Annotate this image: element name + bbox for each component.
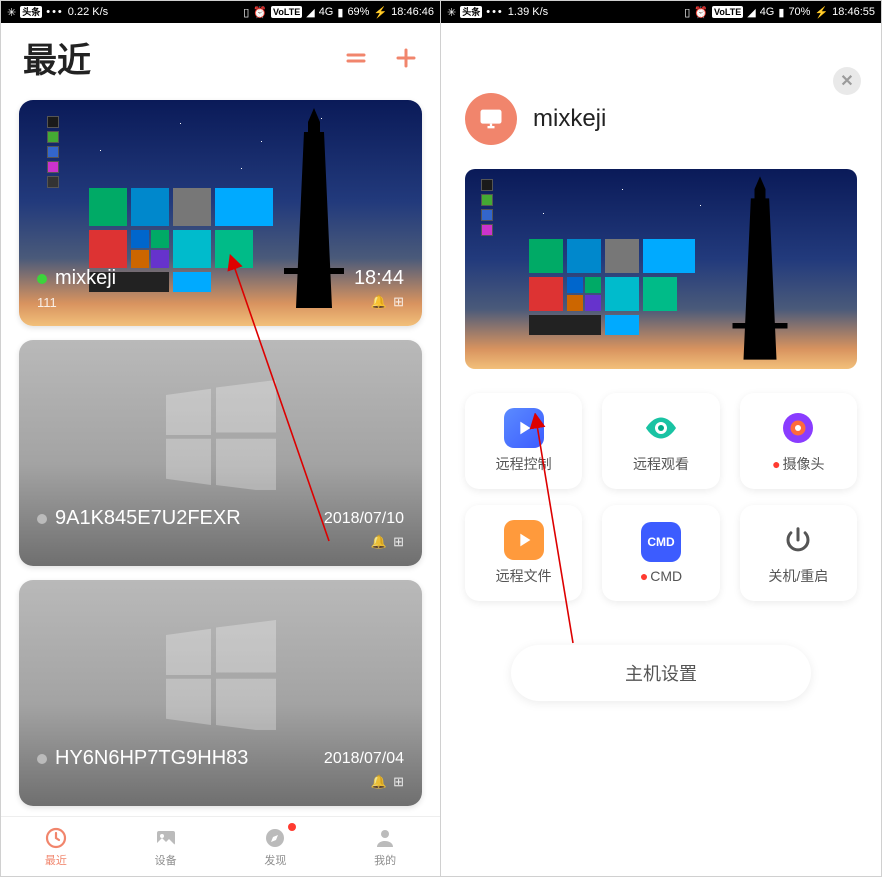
monitor-icon [477,105,505,133]
close-button[interactable]: ✕ [833,67,861,95]
cmd-icon: CMD [641,522,681,562]
tab-devices[interactable]: 设备 [111,817,221,876]
battery-icon: ▮ [337,6,343,19]
signal-icon: ◢ [747,6,755,19]
signal-icon: ◢ [306,6,314,19]
bell-icon: 🔔 [371,534,387,550]
host-settings-button[interactable]: 主机设置 [511,645,811,701]
device-avatar [465,93,517,145]
eye-icon [641,408,681,448]
bell-icon: 🔔 [371,294,387,310]
status-bar-right: ✳ 头条 ••• 1.39 K/s ▯ ⏰ VoLTE ◢ 4G ▮ 70% ⚡… [441,1,881,23]
sim-icon: ▯ [684,6,690,19]
bell-icon: 🔔 [371,774,387,790]
device-name: HY6N6HP7TG9HH83 [55,747,248,769]
add-icon[interactable] [394,46,418,70]
action-remote-view[interactable]: 远程观看 [602,393,719,489]
recent-list[interactable]: mixkeji 18:44 111 🔔 ⊞ 9A1K845E7U2FEXR 201… [1,86,440,816]
battery-pct: 70% [788,6,810,18]
status-bar-left: ✳ 头条 ••• 0.22 K/s ▯ ⏰ VoLTE ◢ 4G ▮ 69% ⚡… [1,1,440,23]
device-date: 2018/07/04 [324,750,404,768]
battery-pct: 69% [347,6,369,18]
device-card-offline-1[interactable]: 9A1K845E7U2FEXR 2018/07/10 🔔 ⊞ [19,340,422,566]
alarm-icon: ⏰ [694,6,708,19]
tab-recent[interactable]: 最近 [1,817,111,876]
rec-dot: ● [640,568,648,584]
notif-dots: ••• [486,6,504,18]
page-title: 最近 [23,33,91,82]
windows-icon: ⊞ [393,774,404,790]
toutiao-icon: 头条 [460,6,482,18]
offline-dot [37,754,47,764]
device-card-mixkeji[interactable]: mixkeji 18:44 111 🔔 ⊞ [19,100,422,326]
badge-dot [288,823,296,831]
net-type: 4G [760,6,775,18]
device-time: 18:44 [354,267,404,290]
wechat-icon: ✳ [447,6,456,19]
left-phone: ✳ 头条 ••• 0.22 K/s ▯ ⏰ VoLTE ◢ 4G ▮ 69% ⚡… [1,1,441,876]
clock: 18:46:55 [832,6,875,18]
sim-icon: ▯ [243,6,249,19]
device-name: mixkeji [533,105,606,133]
charging-icon: ⚡ [373,6,387,19]
net-speed: 1.39 K/s [508,6,548,18]
action-power[interactable]: 关机/重启 [740,505,857,601]
notif-dots: ••• [46,6,64,18]
device-date: 2018/07/10 [324,510,404,528]
clock: 18:46:46 [391,6,434,18]
screen-preview[interactable] [465,169,857,369]
header: 最近 [1,23,440,86]
remote-control-icon [504,408,544,448]
action-cmd[interactable]: CMD ●CMD [602,505,719,601]
tab-mine[interactable]: 我的 [330,817,440,876]
device-card-offline-2[interactable]: HY6N6HP7TG9HH83 2018/07/04 🔔 ⊞ [19,580,422,806]
windows-icon: ⊞ [393,534,404,550]
charging-icon: ⚡ [814,6,828,19]
folder-icon [504,520,544,560]
action-camera[interactable]: ●摄像头 [740,393,857,489]
clock-icon [44,826,68,850]
action-remote-files[interactable]: 远程文件 [465,505,582,601]
offline-dot [37,514,47,524]
volte-badge: VoLTE [271,6,302,18]
alarm-icon: ⏰ [253,6,267,19]
filter-icon[interactable] [344,46,368,70]
online-dot [37,274,47,284]
volte-badge: VoLTE [712,6,743,18]
battery-icon: ▮ [778,6,784,19]
device-sub: 111 [37,295,57,310]
toutiao-icon: 头条 [20,6,42,18]
wechat-icon: ✳ [7,6,16,19]
device-name: 9A1K845E7U2FEXR [55,507,241,529]
device-header: mixkeji [465,93,857,145]
power-icon [778,520,818,560]
person-icon [373,826,397,850]
action-grid: 远程控制 远程观看 ●摄像头 [465,393,857,601]
tab-bar: 最近 设备 发现 我的 [1,816,440,876]
net-type: 4G [319,6,334,18]
compass-icon [263,826,287,850]
tab-discover[interactable]: 发现 [221,817,331,876]
net-speed: 0.22 K/s [68,6,108,18]
image-icon [154,826,178,850]
right-phone: ✳ 头条 ••• 1.39 K/s ▯ ⏰ VoLTE ◢ 4G ▮ 70% ⚡… [441,1,881,876]
device-name: mixkeji [55,267,116,289]
action-remote-control[interactable]: 远程控制 [465,393,582,489]
rec-dot: ● [772,456,780,472]
device-sheet: ✕ mixkeji [441,23,881,876]
camera-icon [778,408,818,448]
windows-icon: ⊞ [393,294,404,310]
